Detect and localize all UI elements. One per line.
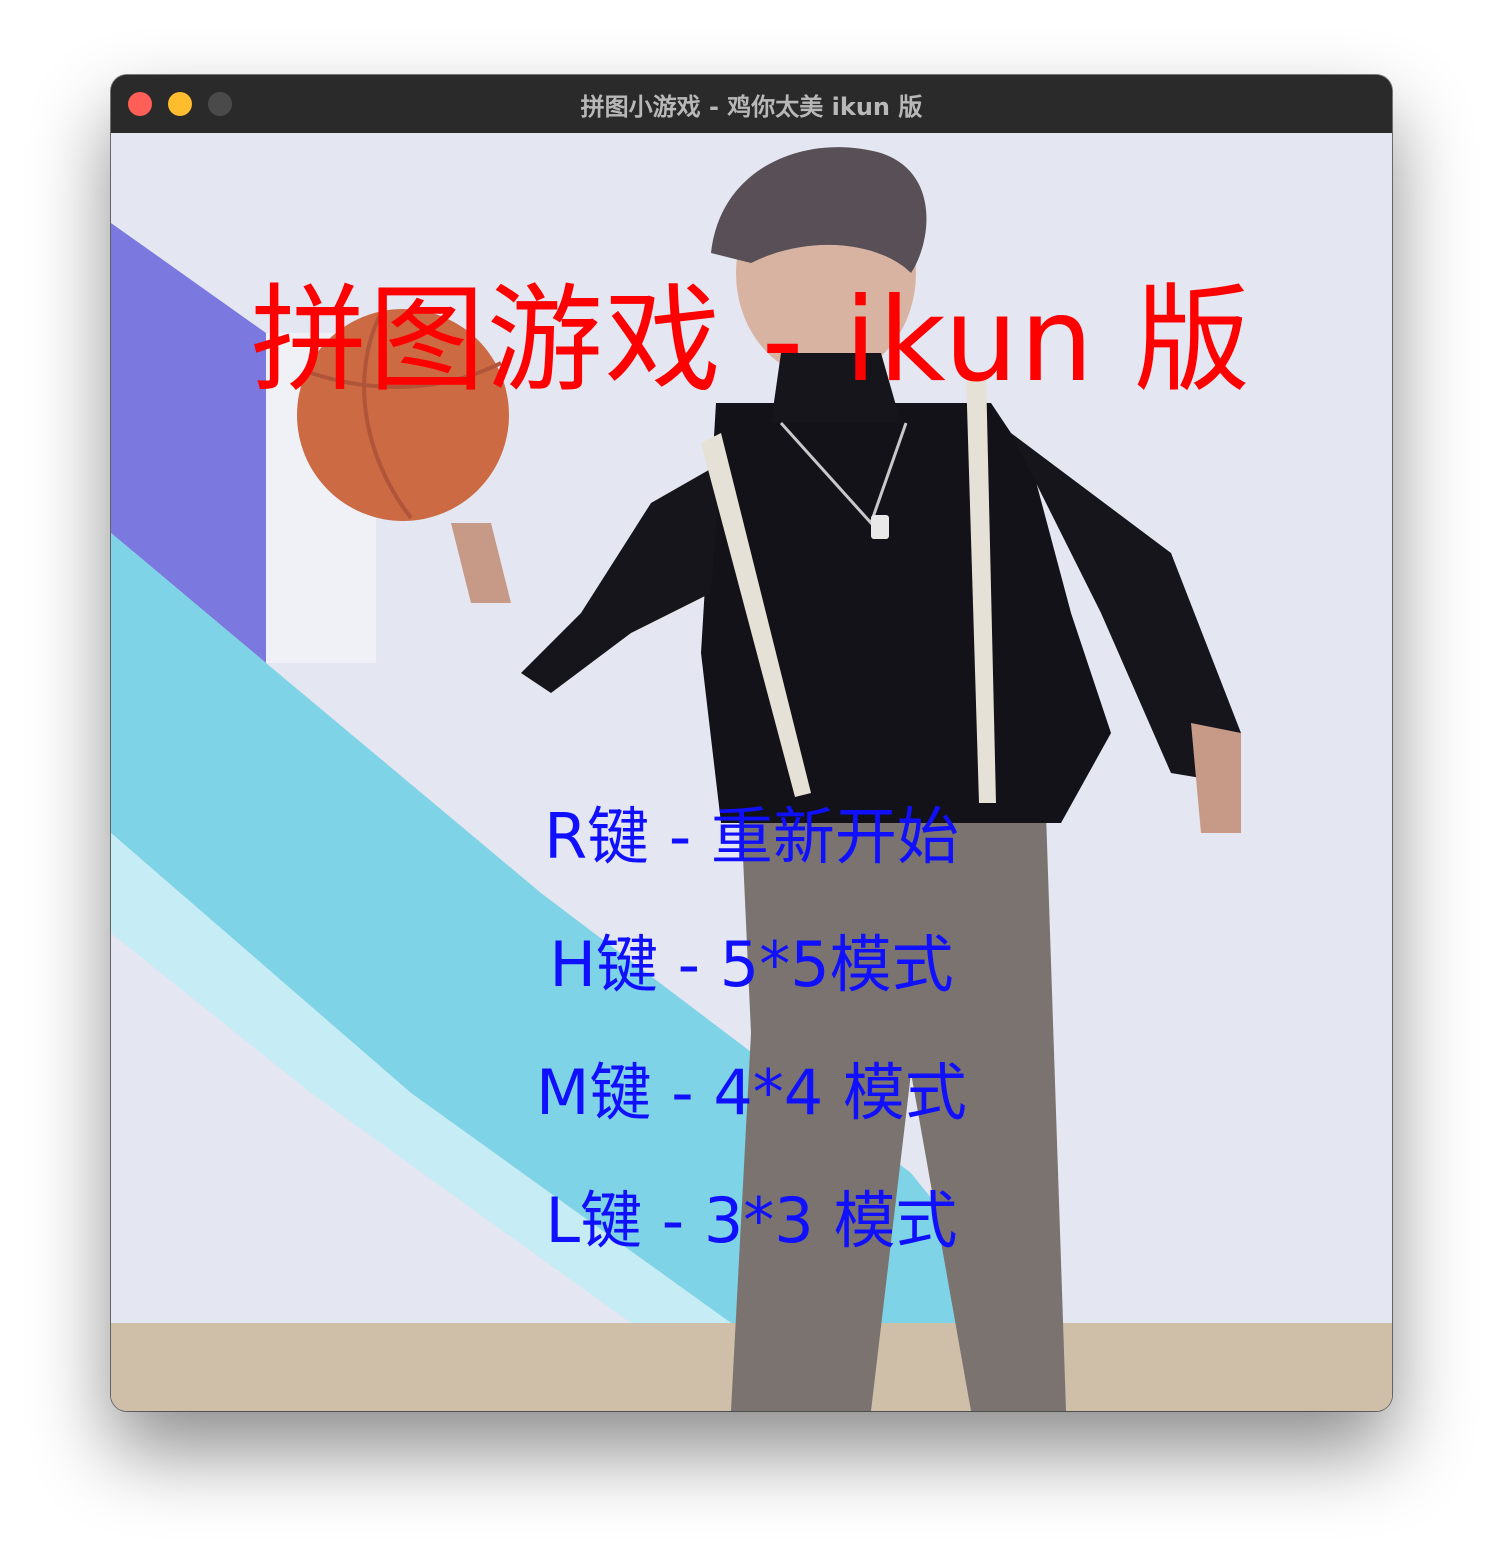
game-canvas[interactable]: 拼图游戏 - ikun 版 R键 - 重新开始 H键 - 5*5模式 M键 - … <box>111 133 1392 1411</box>
window-title: 拼图小游戏 - 鸡你太美 ikun 版 <box>580 93 923 121</box>
restart-key-hint: R键 - 重新开始 <box>544 800 959 873</box>
title-bar[interactable]: 拼图小游戏 - 鸡你太美 ikun 版 <box>111 75 1392 134</box>
mode-3x3-key-hint: L键 - 3*3 模式 <box>545 1184 958 1257</box>
mode-5x5-key-hint: H键 - 5*5模式 <box>549 928 954 1001</box>
app-window: 拼图小游戏 - 鸡你太美 ikun 版 拼图游戏 - ikun 版 R键 - 重… <box>111 75 1392 1411</box>
game-headline: 拼图游戏 - ikun 版 <box>250 273 1253 408</box>
mode-4x4-key-hint: M键 - 4*4 模式 <box>536 1056 967 1129</box>
key-help-menu: R键 - 重新开始 H键 - 5*5模式 M键 - 4*4 模式 L键 - 3*… <box>111 773 1392 1285</box>
